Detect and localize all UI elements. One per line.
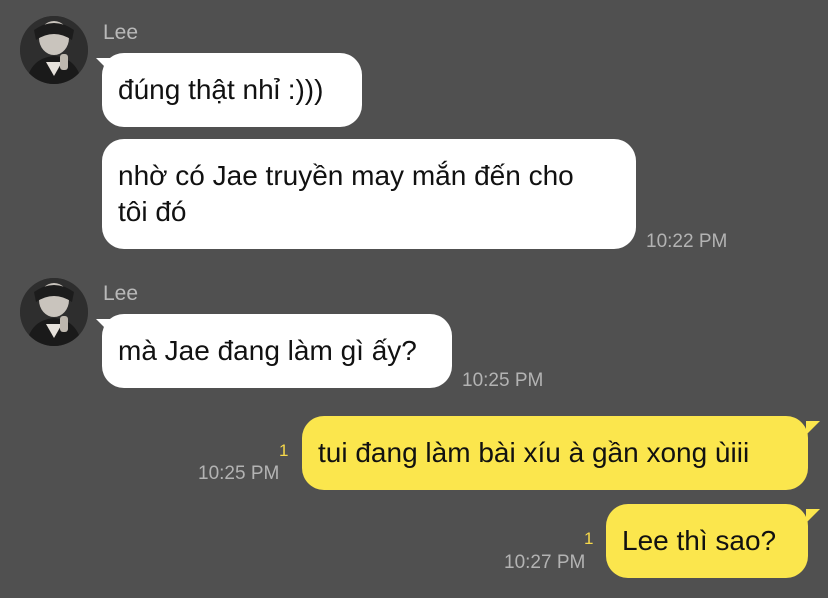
message-text: tui đang làm bài xíu à gần xong ùiii (318, 437, 750, 468)
message-timestamp: 10:25 PM (198, 463, 280, 484)
message-timestamp: 10:27 PM (504, 552, 586, 573)
sender-name: Lee (103, 21, 139, 44)
bubble-tail (806, 421, 820, 435)
unread-count: 1 (279, 441, 289, 460)
bubble-tail (806, 509, 820, 523)
sender-name: Lee (103, 282, 139, 305)
unread-count: 1 (584, 529, 594, 548)
message-timestamp: 10:25 PM (462, 370, 544, 391)
message-text: đúng thật nhỉ :))) (118, 74, 324, 105)
message-text-line: tôi đó (118, 196, 187, 227)
message-text: mà Jae đang làm gì ấy? (118, 335, 417, 366)
message-bubble-incoming[interactable]: nhờ có Jae truyền may mắn đến cho tôi đó (102, 139, 636, 249)
message-text-line: nhờ có Jae truyền may mắn đến cho (118, 160, 574, 191)
message-timestamp: 10:22 PM (646, 231, 728, 252)
message-bubble-incoming[interactable]: mà Jae đang làm gì ấy? (102, 314, 452, 388)
message-bubble-outgoing[interactable]: tui đang làm bài xíu à gần xong ùiii (302, 416, 808, 490)
avatar[interactable] (20, 278, 88, 346)
message-bubble-outgoing[interactable]: Lee thì sao? (606, 504, 808, 578)
message-bubble-incoming[interactable]: đúng thật nhỉ :))) (102, 53, 362, 127)
profile-photo-icon (20, 278, 88, 346)
avatar[interactable] (20, 16, 88, 84)
profile-photo-icon (20, 16, 88, 84)
chat-window: Lee đúng thật nhỉ :))) nhờ có Jae truyền… (0, 0, 828, 598)
message-text: Lee thì sao? (622, 525, 777, 556)
